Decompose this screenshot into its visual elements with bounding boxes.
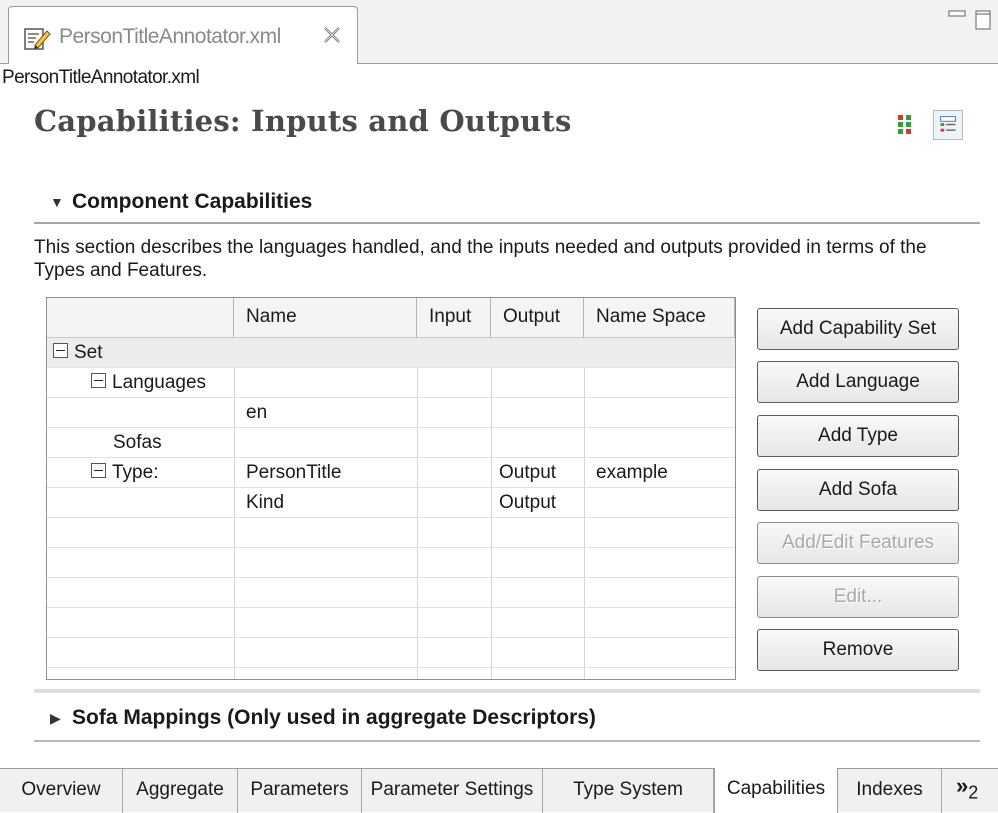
- table-row: [47, 638, 735, 668]
- column-header-input[interactable]: Input: [417, 298, 491, 338]
- tab-overview[interactable]: Overview: [0, 769, 123, 813]
- tree-node-label: Type:: [112, 462, 159, 483]
- editor-tab[interactable]: PersonTitleAnnotator.xml: [8, 6, 358, 64]
- remove-button[interactable]: Remove: [757, 629, 959, 671]
- more-tabs-button[interactable]: »2: [956, 773, 978, 803]
- tree-node: Set: [53, 338, 103, 368]
- cell-output: Output: [499, 492, 557, 513]
- table-row[interactable]: Kind Output: [47, 488, 735, 518]
- close-icon[interactable]: [321, 24, 343, 46]
- add-capability-set-button[interactable]: Add Capability Set: [757, 308, 959, 350]
- table-row: [47, 548, 735, 578]
- table-row: [47, 518, 735, 548]
- section-divider: [34, 222, 980, 224]
- chevron-right-icon: ▶: [50, 709, 61, 726]
- more-tabs-icon: »: [956, 773, 969, 798]
- column-header-namespace[interactable]: Name Space: [584, 298, 735, 338]
- tree-node: Sofas: [113, 428, 162, 458]
- tree-node: Languages: [91, 368, 206, 398]
- grid-view-icon[interactable]: [891, 110, 921, 140]
- list-view-icon[interactable]: [933, 110, 963, 140]
- more-tabs-count: 2: [968, 782, 979, 803]
- xml-edit-icon: [24, 28, 51, 50]
- table-row[interactable]: Type: PersonTitle Output example: [47, 458, 735, 488]
- table-row[interactable]: Set: [47, 338, 735, 368]
- tab-type-system[interactable]: Type System: [543, 769, 714, 813]
- table-row: [47, 578, 735, 608]
- add-edit-features-button[interactable]: Add/Edit Features: [757, 522, 959, 564]
- tab-aggregate[interactable]: Aggregate: [123, 769, 238, 813]
- tree-node-label: Set: [74, 342, 103, 363]
- table-row[interactable]: Languages: [47, 368, 735, 398]
- cell-name: PersonTitle: [246, 462, 342, 483]
- column-header-name[interactable]: Name: [234, 298, 417, 338]
- add-sofa-button[interactable]: Add Sofa: [757, 469, 959, 511]
- tab-capabilities[interactable]: Capabilities: [714, 768, 838, 813]
- table-row: [47, 608, 735, 638]
- tree-node: Type:: [91, 458, 158, 488]
- column-header-tree[interactable]: [47, 298, 234, 338]
- tree-node-label: Languages: [112, 372, 207, 393]
- maximize-icon[interactable]: [975, 10, 991, 30]
- editor-tab-strip: PersonTitleAnnotator.xml: [0, 0, 998, 64]
- tree-node-label: Sofas: [113, 432, 162, 453]
- cell-namespace: example: [596, 462, 668, 483]
- editor-page-tabs: Overview Aggregate Parameters Parameter …: [0, 768, 998, 813]
- sofa-mappings-header[interactable]: ▶ Sofa Mappings (Only used in aggregate D…: [50, 706, 596, 730]
- component-capabilities-header[interactable]: ▼ Component Capabilities: [50, 190, 312, 214]
- breadcrumb: PersonTitleAnnotator.xml: [2, 67, 200, 88]
- collapse-icon[interactable]: [91, 463, 106, 479]
- tab-indexes[interactable]: Indexes: [838, 769, 942, 813]
- editor-tab-label: PersonTitleAnnotator.xml: [59, 25, 281, 48]
- tab-parameter-settings[interactable]: Parameter Settings: [362, 769, 543, 813]
- table-row[interactable]: en: [47, 398, 735, 428]
- table-row[interactable]: Sofas: [47, 428, 735, 458]
- section-description: This section describes the languages han…: [34, 237, 927, 281]
- capabilities-tree-table[interactable]: Name Input Output Name Space Set Language…: [46, 297, 736, 680]
- section-separator: [34, 689, 980, 693]
- collapse-icon[interactable]: [91, 373, 106, 389]
- page-title: Capabilities: Inputs and Outputs: [34, 104, 572, 138]
- minimize-icon[interactable]: [948, 10, 966, 20]
- cell-output: Output: [499, 462, 557, 483]
- component-capabilities-title: Component Capabilities: [72, 190, 313, 213]
- cell-name: en: [246, 402, 268, 423]
- cell-name: Kind: [246, 492, 285, 513]
- chevron-down-icon: ▼: [50, 194, 64, 211]
- add-type-button[interactable]: Add Type: [757, 415, 959, 457]
- edit-button[interactable]: Edit...: [757, 576, 959, 618]
- add-language-button[interactable]: Add Language: [757, 361, 959, 403]
- column-header-output[interactable]: Output: [491, 298, 584, 338]
- sofa-mappings-title: Sofa Mappings (Only used in aggregate De…: [72, 706, 596, 729]
- table-header: Name Input Output Name Space: [47, 298, 735, 338]
- section-divider: [34, 740, 980, 742]
- collapse-icon[interactable]: [53, 343, 68, 359]
- tab-parameters[interactable]: Parameters: [238, 769, 362, 813]
